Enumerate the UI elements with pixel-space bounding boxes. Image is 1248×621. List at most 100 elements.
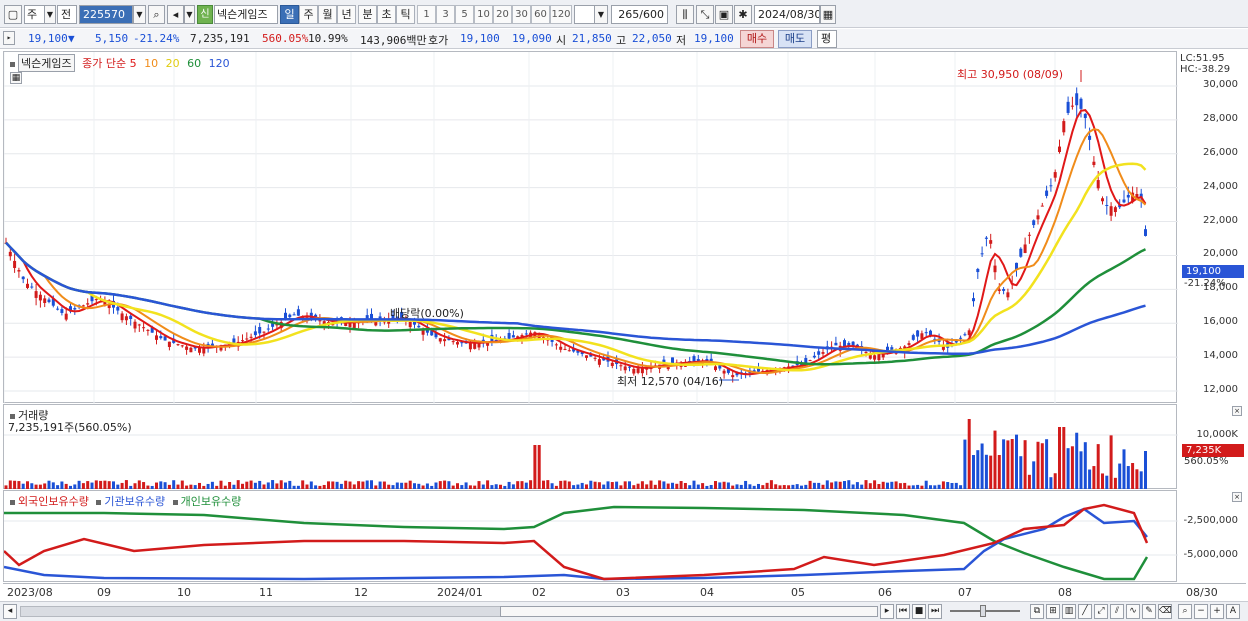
tab-tick[interactable]: 틱 [396,5,415,24]
window-icon[interactable]: ▢ [4,5,22,24]
tool-erase-icon[interactable]: ⌫ [1158,604,1172,619]
num-30-label: 30 [515,9,528,20]
speaker-icon[interactable]: ◂ [167,5,184,24]
institution-checkbox-icon[interactable] [96,499,102,505]
candle-body [911,335,915,340]
volume-bar [817,482,821,489]
sell-button[interactable]: 매도 [778,30,812,48]
volume-bar [812,482,816,489]
chevron-down-icon[interactable]: ▼ [44,5,56,24]
new-badge: 신 [197,5,213,24]
last-page-icon[interactable]: ⏭ [928,604,942,619]
candle-body [1096,180,1100,189]
stock-name-field[interactable]: 넥슨게임즈 [214,5,278,24]
candle-body [81,305,85,307]
tool-chart-icon[interactable]: ▥ [1062,604,1076,619]
volume-chart-panel[interactable]: 거래량 7,235,191주(560.05%) [3,404,1178,489]
grid-settings-icon[interactable]: ▦ [10,72,22,84]
save-icon[interactable]: ▣ [715,5,733,24]
volume-bar [56,485,60,489]
candle-body [972,298,975,302]
date-field[interactable]: 2024/08/30 [754,5,820,24]
tool-wave-icon[interactable]: ∿ [1126,604,1140,619]
volume-bar [916,484,920,489]
candle-type-icon[interactable]: ⫼ [676,5,694,24]
quote-toggle-icon[interactable]: ▸ [3,31,15,45]
volume-close-icon[interactable]: × [1232,406,1242,416]
candle-body [877,354,881,361]
volume-bar [1075,432,1079,489]
num-30-button[interactable]: 30 [512,5,531,24]
num-20-button[interactable]: 20 [493,5,512,24]
num-1-button[interactable]: 1 [417,5,436,24]
num-120-button[interactable]: 120 [550,5,572,24]
candle-body [1049,185,1053,187]
zoom-slider-handle[interactable] [980,605,986,617]
scroll-thumb[interactable] [500,606,878,617]
num-5-button[interactable]: 5 [455,5,474,24]
candle-body [56,308,60,310]
candle-body [468,343,472,350]
zoom-icon[interactable]: ⌕ [1178,604,1192,619]
price-chart-svg [4,52,1178,404]
num-60-button[interactable]: 60 [531,5,550,24]
sell-label: 매도 [784,32,806,45]
avg-price-button[interactable]: 평 [817,30,837,48]
scroll-right-icon[interactable]: ▸ [880,604,894,619]
tab-yearly[interactable]: 년 [337,5,356,24]
date-axis-end: 08/30 [1186,586,1218,599]
volume-bar [314,485,318,489]
tab-daily[interactable]: 일 [280,5,299,24]
tool-line-icon[interactable]: ╱ [1078,604,1092,619]
volume-bar [1070,446,1074,489]
stock-code-input[interactable]: 225570 [79,5,133,24]
period-type-select[interactable]: 주 [24,5,45,24]
volume-bar [632,485,636,489]
num-10-button[interactable]: 10 [474,5,493,24]
prev-button[interactable]: 전 [57,5,77,24]
holdings-close-icon[interactable]: × [1232,492,1242,502]
speaker-menu-icon[interactable]: ▼ [184,5,195,24]
tab-minute[interactable]: 분 [358,5,377,24]
tool-trend-icon[interactable]: ⤢ [1094,604,1108,619]
stock-name-legend[interactable]: 넥슨게임즈 [18,54,75,72]
tool-edit-icon[interactable]: ✎ [1142,604,1156,619]
tool-copy-icon[interactable]: ⧉ [1030,604,1044,619]
candle-body [1036,215,1040,220]
legend-checkbox-icon[interactable] [10,61,15,67]
volume-bar [864,480,868,489]
tool-fib-icon[interactable]: ⫽ [1110,604,1124,619]
unit-dropdown-icon[interactable]: ▼ [594,5,608,24]
num-3-button[interactable]: 3 [436,5,455,24]
font-size-icon[interactable]: A [1226,604,1240,619]
tool-compare-icon[interactable]: ⊞ [1046,604,1060,619]
volume-bar [253,482,257,489]
volume-bar [679,481,683,489]
foreign-checkbox-icon[interactable] [10,499,15,505]
zoom-in-icon[interactable]: + [1210,604,1224,619]
calendar-icon[interactable]: ▦ [820,5,836,24]
volume-bar [352,484,356,489]
volume-bar [688,485,692,489]
tab-second[interactable]: 초 [377,5,396,24]
scroll-left-icon[interactable]: ◂ [3,604,17,619]
buy-button[interactable]: 매수 [740,30,774,48]
first-page-icon[interactable]: ⏮ [896,604,910,619]
stop-icon[interactable]: ■ [912,604,926,619]
volume-bar [1032,461,1036,489]
volume-bar [1122,449,1126,489]
zoom-out-icon[interactable]: − [1194,604,1208,619]
count-field[interactable]: 265/600 [611,5,668,24]
price-chart-panel[interactable]: 넥슨게임즈 종가 단순 5 10 20 60 120 ▦ 최고 30,950 (… [3,51,1178,404]
individual-checkbox-icon[interactable] [172,499,178,505]
code-dropdown-icon[interactable]: ▼ [133,5,146,24]
volume-bar [163,482,167,489]
volume-bar [825,480,829,489]
tab-weekly[interactable]: 주 [299,5,318,24]
draw-tool-icon[interactable]: ⤡ [696,5,714,24]
gear-icon[interactable]: ✱ [734,5,752,24]
holdings-chart-panel[interactable]: 외국인보유수량 기관보유수량 개인보유수량 [3,490,1178,582]
search-icon[interactable]: ⌕ [148,5,165,24]
tab-monthly[interactable]: 월 [318,5,337,24]
volume-checkbox-icon[interactable] [10,413,15,419]
